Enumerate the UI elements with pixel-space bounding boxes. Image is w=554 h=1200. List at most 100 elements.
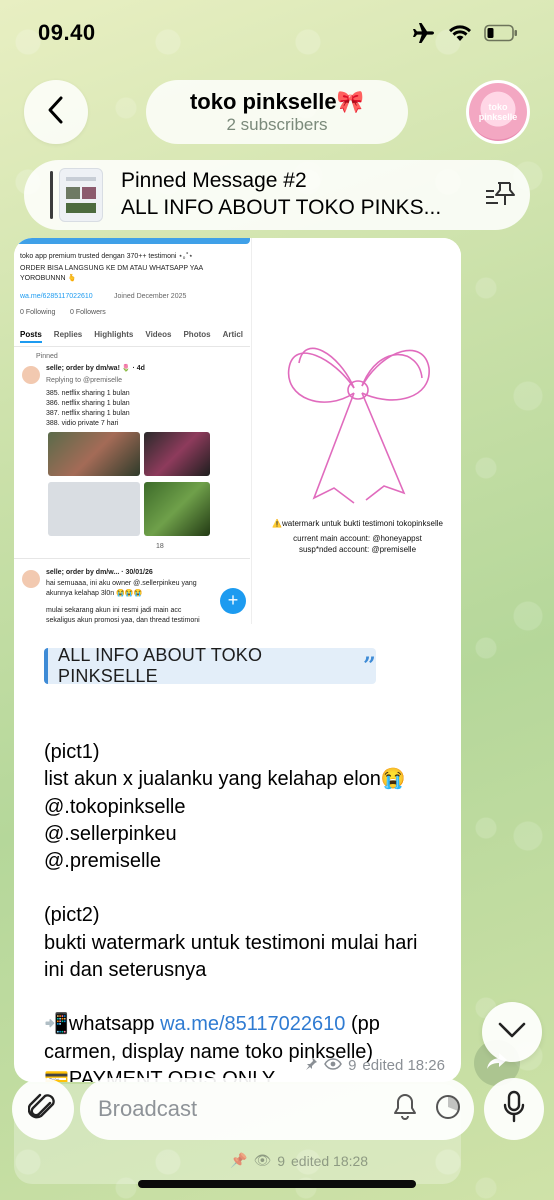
message-line: (pict2) xyxy=(44,904,100,927)
battery-icon xyxy=(484,24,518,42)
post1-line: 387. netflix sharing 1 bulan xyxy=(46,410,130,417)
pinned-preview: ALL INFO ABOUT TOKO PINKS... xyxy=(121,196,442,219)
quote-icon: ” xyxy=(363,653,376,679)
next-message-meta: 📌 👁 9 edited 18:28 xyxy=(230,1152,368,1169)
scroll-to-bottom-button[interactable] xyxy=(482,1002,542,1062)
post-avatar xyxy=(22,366,40,384)
post2-line: mulai sekarang akun ini resmi jadi main … xyxy=(46,607,182,614)
message-line: (pict1) xyxy=(44,741,100,763)
post1-line: 385. netflix sharing 1 bulan xyxy=(46,390,130,397)
following-count: 0 Following xyxy=(20,309,56,316)
pinned-title: Pinned Message #2 xyxy=(121,169,307,192)
avatar-logo-text: toko pinkselle xyxy=(478,102,518,122)
pinned-message-bar[interactable]: Pinned Message #2 ALL INFO ABOUT TOKO PI… xyxy=(24,160,530,230)
post1-image xyxy=(144,482,210,536)
message-line xyxy=(44,712,454,739)
quote-text: ALL INFO ABOUT TOKO PINKSELLE xyxy=(58,645,263,686)
watermark-image[interactable]: ⚠️watermark untuk bukti testimoni tokopi… xyxy=(254,238,461,624)
tab-articles: Articl xyxy=(222,330,244,339)
post2-header: selle; order by dm/w... · 30/01/26 xyxy=(46,569,153,576)
tab-replies: Replies xyxy=(53,330,83,339)
next-views: 9 xyxy=(277,1152,286,1169)
message-line: bukti watermark untuk testimoni mulai ha… xyxy=(44,931,418,954)
attach-button[interactable] xyxy=(12,1078,74,1140)
post1-line: 386. netflix sharing 1 bulan xyxy=(46,400,130,407)
paperclip-icon xyxy=(27,1091,58,1128)
microphone-button[interactable] xyxy=(484,1078,544,1140)
channel-title: toko pinkselle🎀 xyxy=(189,89,365,114)
tab-photos: Photos xyxy=(183,330,211,339)
pin-small-icon xyxy=(304,1056,318,1074)
bell-icon[interactable] xyxy=(392,1093,418,1126)
post1-line: 388. vidio private 7 hari xyxy=(46,420,119,427)
bio-line: toko app premium trusted dengan 370++ te… xyxy=(20,253,193,260)
pinned-thumbnail xyxy=(59,168,103,222)
post2-line: hai semuaaa, ini aku owner @.sellerpinke… xyxy=(46,580,197,587)
message-line: @.sellerpinkeu xyxy=(44,822,177,845)
bio-link: wa.me/6285117022610 xyxy=(20,293,93,300)
eye-icon xyxy=(324,1057,342,1074)
pin-indicator xyxy=(50,171,53,219)
whatsapp-suffix: (pp xyxy=(345,1013,380,1036)
whatsapp-label: 📲whatsapp xyxy=(44,1013,161,1036)
post1-header: selle; order by dm/wa! 🌷 · 4d xyxy=(46,365,145,372)
wifi-icon xyxy=(448,24,472,42)
post1-image xyxy=(48,432,140,476)
post1-image xyxy=(48,482,140,536)
quote-block: ALL INFO ABOUT TOKO PINKSELLE ” xyxy=(44,645,376,686)
bio-line: YOROBUNNN 🫰 xyxy=(20,275,77,282)
pin-small-icon: 📌 xyxy=(230,1152,248,1168)
home-indicator xyxy=(138,1180,416,1188)
tab-posts: Posts xyxy=(20,330,42,343)
status-icons xyxy=(412,22,518,44)
message-bubble[interactable]: toko app premium trusted dengan 370++ te… xyxy=(14,238,461,1082)
channel-avatar[interactable]: toko pinkselle xyxy=(466,80,530,144)
channel-subscribers: 2 subscribers xyxy=(226,115,328,134)
edited-time: edited 18:26 xyxy=(362,1056,445,1074)
broadcast-input[interactable]: Broadcast xyxy=(80,1078,474,1140)
post2-line: akunnya kelahap 3l0n 😭😭😭 xyxy=(46,590,143,597)
message-line: ini dan seterusnya xyxy=(44,959,207,982)
whatsapp-link[interactable]: wa.me/85117022610 xyxy=(160,1013,345,1035)
chevron-left-icon xyxy=(46,95,66,130)
compose-fab: + xyxy=(220,588,246,614)
message-meta: 9 edited 18:26 xyxy=(304,1056,445,1074)
airplane-icon xyxy=(412,22,436,44)
view-count: 9 xyxy=(348,1056,357,1074)
post2-line: sekaligus akun promosi yaa, dan thread t… xyxy=(46,617,200,624)
message-line-whatsapp: 📲whatsapp wa.me/85117022610 (pp xyxy=(44,1011,454,1038)
bio-line: ORDER BISA LANGSUNG KE DM ATAU WHATSAPP … xyxy=(20,265,204,272)
message-line: @.premiselle xyxy=(44,850,162,873)
message-line: list akun x jualanku yang kelahap elon😭 xyxy=(44,768,406,791)
post1-count: 18 xyxy=(156,543,164,550)
watermark-caption: ⚠️watermark untuk bukti testimoni tokopi… xyxy=(272,519,443,528)
message-media[interactable]: toko app premium trusted dengan 370++ te… xyxy=(14,238,461,624)
followers-count: 0 Followers xyxy=(70,309,106,316)
message-line xyxy=(44,984,454,1011)
back-button[interactable] xyxy=(24,80,88,144)
pinned-label: Pinned xyxy=(36,353,58,360)
tab-videos: Videos xyxy=(145,330,172,339)
post1-reply: Replying to @premiselle xyxy=(46,377,122,384)
message-line xyxy=(44,875,454,902)
microphone-icon xyxy=(502,1090,526,1129)
post1-image xyxy=(144,432,210,476)
timer-icon[interactable] xyxy=(434,1093,462,1126)
message-line: @.tokopinkselle xyxy=(44,795,186,818)
watermark-main: current main account: @honeyappst xyxy=(293,534,422,543)
post-avatar xyxy=(22,570,40,588)
avatar-image: toko pinkselle xyxy=(469,83,527,141)
channel-header[interactable]: toko pinkselle🎀 2 subscribers xyxy=(146,80,408,144)
eye-icon: 👁 xyxy=(253,1152,272,1168)
watermark-susp: susp*nded account: @premiselle xyxy=(298,545,417,554)
profile-tabs: Posts Replies Highlights Videos Photos A… xyxy=(20,330,243,343)
status-bar: 09.40 xyxy=(0,0,554,66)
ribbon-bow-drawing xyxy=(287,347,430,504)
broadcast-placeholder: Broadcast xyxy=(98,1096,198,1121)
next-edited: edited 18:28 xyxy=(291,1152,369,1169)
chevron-down-icon xyxy=(497,1021,527,1044)
joined-date: Joined December 2025 xyxy=(114,293,187,300)
screenshot-x-profile[interactable]: toko app premium trusted dengan 370++ te… xyxy=(14,238,252,624)
pin-list-icon[interactable] xyxy=(470,181,530,209)
status-time: 09.40 xyxy=(38,20,96,45)
